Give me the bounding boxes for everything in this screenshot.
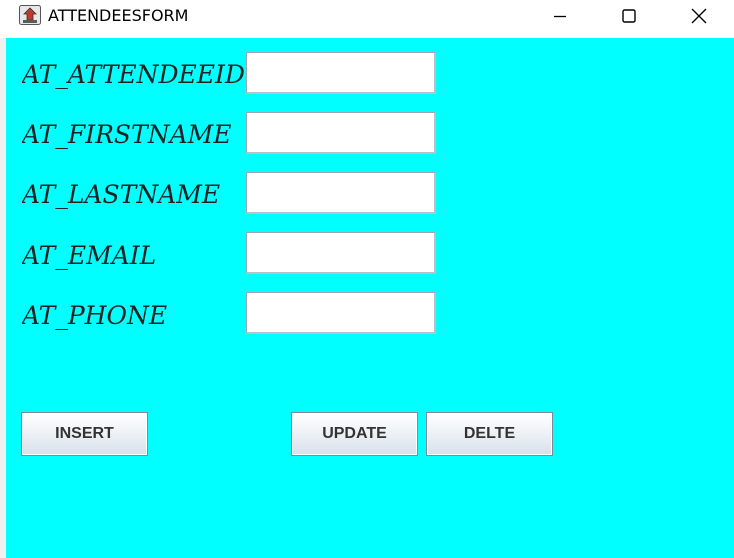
- label-attendee-id: AT_ATTENDEEID: [22, 60, 245, 89]
- update-button[interactable]: UPDATE: [291, 412, 418, 456]
- label-last-name: AT_LASTNAME: [22, 180, 221, 209]
- window-title: ATTENDEESFORM: [48, 6, 189, 25]
- minimize-icon: [554, 15, 566, 18]
- first-name-field[interactable]: [246, 112, 436, 154]
- last-name-field[interactable]: [246, 172, 436, 214]
- minimize-button[interactable]: [537, 0, 583, 32]
- form-panel: AT_ATTENDEEID AT_FIRSTNAME AT_LASTNAME A…: [6, 38, 734, 558]
- java-coffee-cup-icon: [19, 5, 41, 25]
- insert-button[interactable]: INSERT: [21, 412, 148, 456]
- close-button[interactable]: [676, 0, 722, 32]
- phone-field[interactable]: [246, 292, 436, 334]
- email-field[interactable]: [246, 232, 436, 274]
- close-icon: [691, 8, 707, 24]
- attendee-id-field[interactable]: [246, 52, 436, 94]
- delete-button[interactable]: DELTE: [426, 412, 553, 456]
- maximize-button[interactable]: [606, 0, 652, 32]
- app-window: ATTENDEESFORM AT_ATTENDEEID AT_FIRSTNAME…: [0, 0, 734, 558]
- label-phone: AT_PHONE: [22, 301, 168, 330]
- label-email: AT_EMAIL: [22, 241, 157, 270]
- label-first-name: AT_FIRSTNAME: [22, 120, 232, 149]
- title-bar[interactable]: ATTENDEESFORM: [0, 0, 734, 38]
- maximize-icon: [622, 9, 636, 23]
